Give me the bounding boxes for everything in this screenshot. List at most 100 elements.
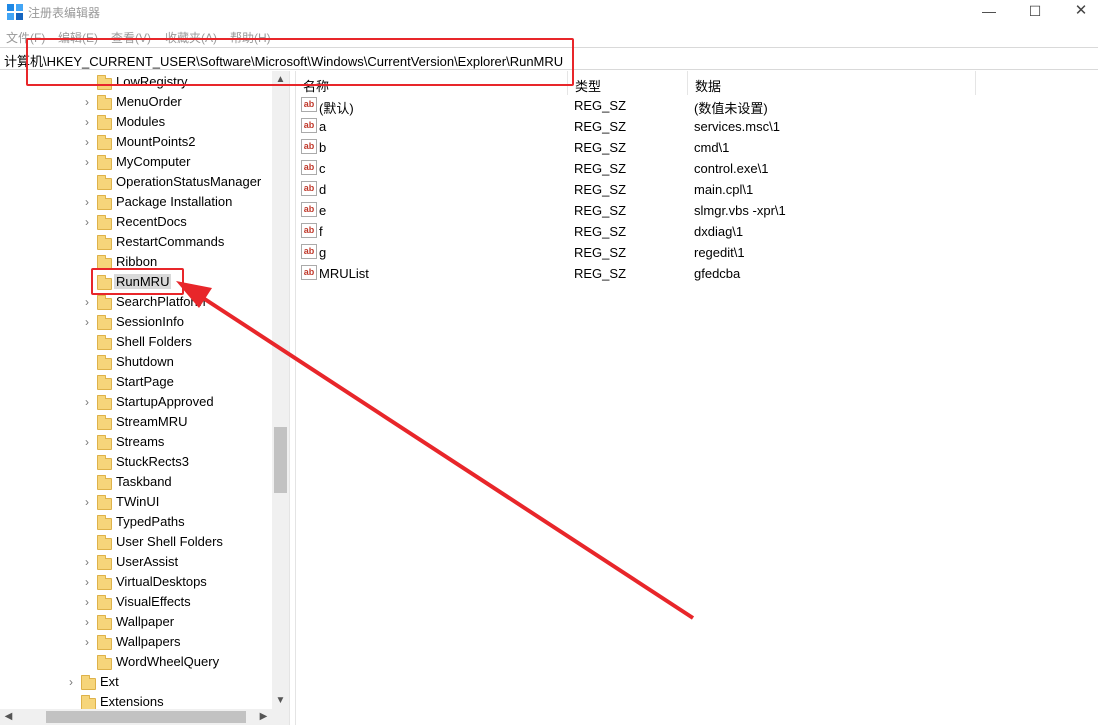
tree-item[interactable]: Shutdown (0, 352, 272, 372)
close-button[interactable]: ✕ (1058, 0, 1098, 24)
scroll-up-icon[interactable]: ▲ (272, 71, 289, 88)
tree-item[interactable]: › Ext (0, 672, 272, 692)
menu-file[interactable]: 文件(F) (6, 29, 45, 46)
scroll-left-icon[interactable]: ◀ (0, 708, 17, 725)
tree-item[interactable]: › Modules (0, 112, 272, 132)
tree-item[interactable]: OperationStatusManager (0, 172, 272, 192)
value-row[interactable]: ab g REG_SZ regedit\1 (296, 242, 1096, 263)
chevron-right-icon[interactable]: › (82, 575, 92, 589)
tree-item[interactable]: StreamMRU (0, 412, 272, 432)
pane-splitter[interactable] (289, 71, 296, 725)
folder-icon (97, 415, 112, 430)
tree-item-label: VisualEffects (116, 594, 191, 609)
address-bar[interactable]: 计算机\HKEY_CURRENT_USER\Software\Microsoft… (0, 47, 1098, 70)
menu-view[interactable]: 查看(V) (111, 29, 151, 46)
tree-item[interactable]: › MyComputer (0, 152, 272, 172)
chevron-right-icon[interactable]: › (82, 435, 92, 449)
maximize-button[interactable]: ☐ (1012, 0, 1058, 24)
chevron-right-icon[interactable]: › (82, 595, 92, 609)
value-row[interactable]: ab b REG_SZ cmd\1 (296, 137, 1096, 158)
menu-help[interactable]: 帮助(H) (230, 29, 271, 46)
value-list[interactable]: 名称 类型 数据 ab (默认) REG_SZ (数值未设置) ab a REG_SZ ser… (296, 71, 1098, 725)
tree-item-label: Shell Folders (116, 334, 192, 349)
tree-item[interactable]: Ribbon (0, 252, 272, 272)
tree-item[interactable]: LowRegistry (0, 72, 272, 92)
string-value-icon: ab (301, 118, 317, 133)
tree-item-label: StreamMRU (116, 414, 188, 429)
tree-item[interactable]: › MountPoints2 (0, 132, 272, 152)
value-row[interactable]: ab c REG_SZ control.exe\1 (296, 158, 1096, 179)
chevron-right-icon[interactable]: › (82, 555, 92, 569)
tree-horizontal-scrollbar[interactable]: ◀ ▶ (0, 709, 289, 725)
tree-item[interactable]: › VisualEffects (0, 592, 272, 612)
tree-item[interactable]: › TWinUI (0, 492, 272, 512)
chevron-right-icon[interactable]: › (82, 95, 92, 109)
tree-item[interactable]: › Streams (0, 432, 272, 452)
tree-item[interactable]: › Wallpaper (0, 612, 272, 632)
tree-item[interactable]: › Package Installation (0, 192, 272, 212)
tree-vertical-scrollbar[interactable]: ▲ ▼ (272, 71, 289, 709)
tree-item[interactable]: StartPage (0, 372, 272, 392)
chevron-right-icon[interactable]: › (82, 135, 92, 149)
scroll-down-icon[interactable]: ▼ (272, 692, 289, 709)
menu-favorites[interactable]: 收藏夹(A) (165, 29, 217, 46)
tree-item[interactable]: WordWheelQuery (0, 652, 272, 672)
tree-item-label: Taskband (116, 474, 172, 489)
tree-item[interactable]: Taskband (0, 472, 272, 492)
tree-item[interactable]: › StartupApproved (0, 392, 272, 412)
value-name: (默认) (319, 101, 354, 116)
chevron-right-icon[interactable]: › (82, 115, 92, 129)
tree-item[interactable]: › VirtualDesktops (0, 572, 272, 592)
tree-item[interactable]: RunMRU (0, 272, 272, 292)
key-tree[interactable]: LowRegistry › MenuOrder › Modules › MountPoint… (0, 71, 289, 725)
scroll-right-icon[interactable]: ▶ (255, 708, 272, 725)
column-header-type[interactable]: 类型 (568, 71, 688, 95)
tree-item-label: Package Installation (116, 194, 233, 209)
value-row[interactable]: ab MRUList REG_SZ gfedcba (296, 263, 1096, 284)
tree-item[interactable]: User Shell Folders (0, 532, 272, 552)
scroll-thumb[interactable] (274, 427, 287, 493)
tree-item[interactable]: StuckRects3 (0, 452, 272, 472)
scroll-thumb[interactable] (46, 711, 246, 723)
chevron-right-icon[interactable]: › (82, 395, 92, 409)
chevron-right-icon[interactable]: › (82, 155, 92, 169)
tree-item[interactable]: › RecentDocs (0, 212, 272, 232)
tree-item-label: Wallpapers (116, 634, 181, 649)
tree-item[interactable]: › MenuOrder (0, 92, 272, 112)
minimize-button[interactable]: — (966, 0, 1012, 24)
folder-icon (97, 495, 112, 510)
tree-item-label: Extensions (100, 694, 164, 709)
value-data: (数值未设置) (694, 101, 768, 116)
chevron-right-icon[interactable]: › (82, 215, 92, 229)
string-value-icon: ab (301, 265, 317, 280)
value-row[interactable]: ab f REG_SZ dxdiag\1 (296, 221, 1096, 242)
column-header-data[interactable]: 数据 (688, 71, 976, 95)
tree-item[interactable]: › Wallpapers (0, 632, 272, 652)
chevron-right-icon[interactable]: › (82, 635, 92, 649)
column-header-name[interactable]: 名称 (296, 71, 568, 95)
value-name: f (319, 224, 323, 239)
tree-item[interactable]: TypedPaths (0, 512, 272, 532)
chevron-right-icon[interactable]: › (82, 495, 92, 509)
tree-item[interactable]: Shell Folders (0, 332, 272, 352)
address-path[interactable]: 计算机\HKEY_CURRENT_USER\Software\Microsoft… (4, 51, 563, 70)
chevron-right-icon[interactable]: › (82, 295, 92, 309)
tree-item-label: MyComputer (116, 154, 191, 169)
value-row[interactable]: ab (默认) REG_SZ (数值未设置) (296, 95, 1096, 116)
tree-item-label: StartPage (116, 374, 174, 389)
tree-item-label: Ext (100, 674, 119, 689)
tree-item-label: RestartCommands (116, 234, 225, 249)
chevron-right-icon[interactable]: › (82, 195, 92, 209)
chevron-right-icon[interactable]: › (82, 315, 92, 329)
tree-item[interactable]: RestartCommands (0, 232, 272, 252)
value-row[interactable]: ab d REG_SZ main.cpl\1 (296, 179, 1096, 200)
tree-item[interactable]: › UserAssist (0, 552, 272, 572)
value-row[interactable]: ab a REG_SZ services.msc\1 (296, 116, 1096, 137)
menu-edit[interactable]: 编辑(E) (58, 29, 98, 46)
tree-item[interactable]: › SessionInfo (0, 312, 272, 332)
value-type: REG_SZ (574, 119, 627, 134)
chevron-right-icon[interactable]: › (66, 675, 76, 689)
value-row[interactable]: ab e REG_SZ slmgr.vbs -xpr\1 (296, 200, 1096, 221)
tree-item[interactable]: › SearchPlatform (0, 292, 272, 312)
chevron-right-icon[interactable]: › (82, 615, 92, 629)
